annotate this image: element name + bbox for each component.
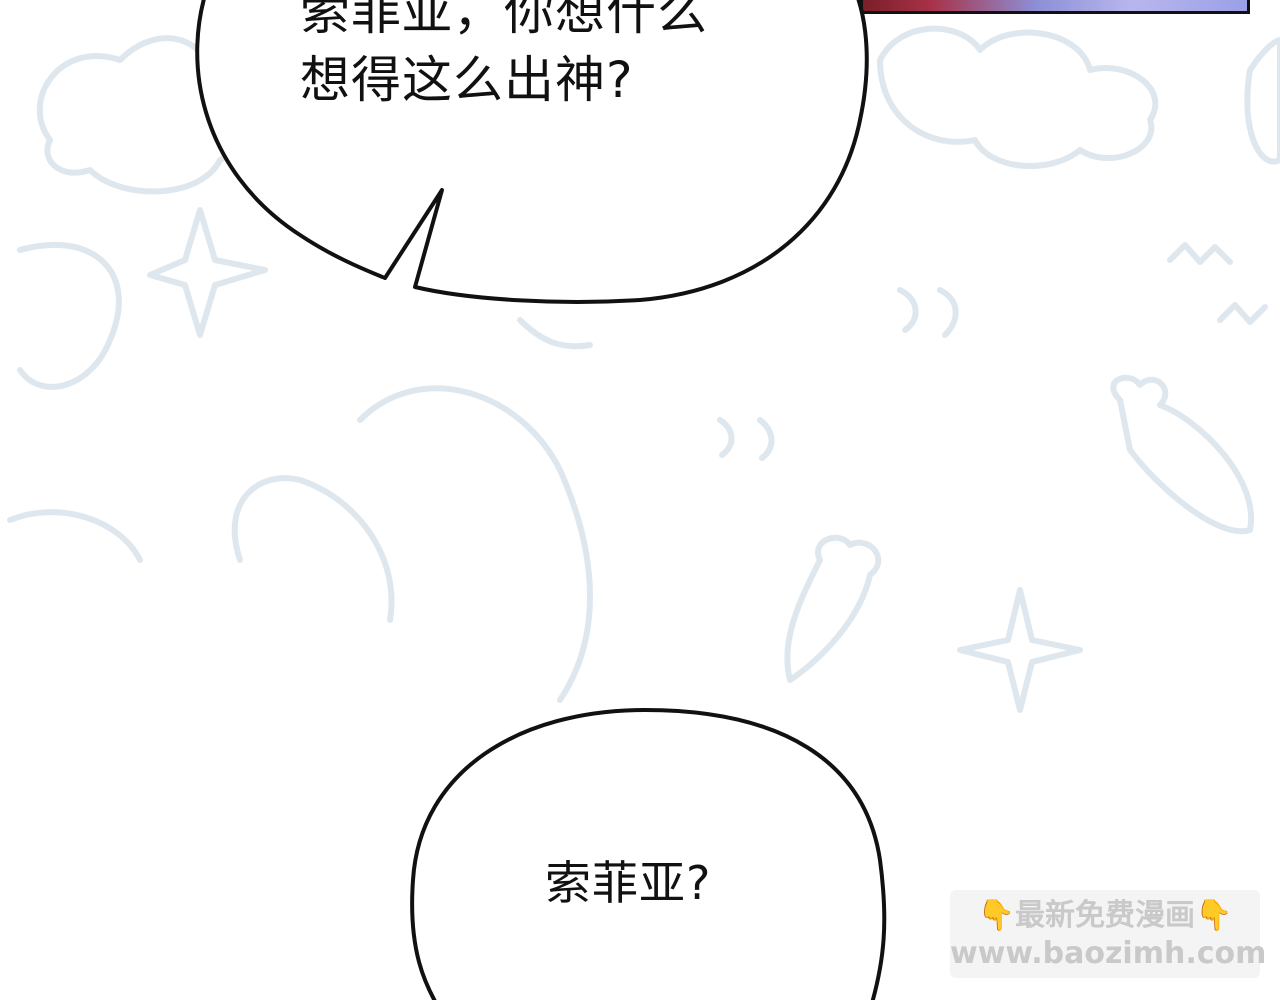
speech-bubble-top-line-2: 想得这么出神? [300, 51, 634, 109]
watermark-title: 最新免费漫画 [1015, 898, 1195, 933]
speech-bubble-top-line-1: 索菲亚，你想什么 [300, 0, 708, 41]
speech-bubbles [195, 0, 887, 1000]
finger-pointing-down-icon: 👇 [977, 898, 1015, 933]
watermark-title-row: 👇最新免费漫画👇 [950, 896, 1260, 936]
watermark-url: www.baozimh.com [950, 936, 1267, 971]
comic-page: 索菲亚，你想什么 想得这么出神? 索菲亚? 👇最新免费漫画👇 www.baozi… [0, 0, 1280, 1000]
site-watermark: 👇最新免费漫画👇 www.baozimh.com [950, 890, 1267, 978]
speech-bubble-bottom-text: 索菲亚? [545, 856, 712, 910]
finger-pointing-down-icon: 👇 [1195, 898, 1233, 933]
speech-bubble-top [195, 0, 869, 304]
